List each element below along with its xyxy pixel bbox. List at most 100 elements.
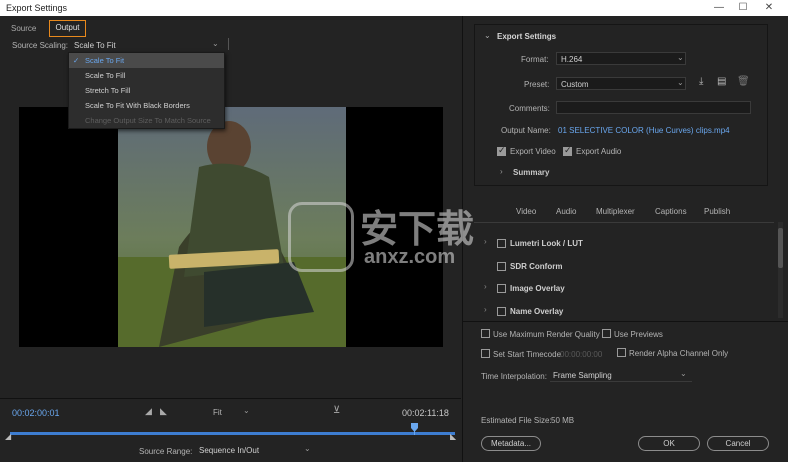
watermark-text: 安下载 <box>360 207 475 251</box>
comments-input[interactable] <box>556 101 751 114</box>
cancel-button[interactable]: Cancel <box>707 436 769 451</box>
window-title: Export Settings <box>6 3 68 13</box>
chevron-down-icon[interactable]: ⌄ <box>484 31 491 40</box>
source-range-label: Source Range: <box>139 447 193 456</box>
summary-toggle[interactable]: Summary <box>513 168 549 177</box>
metadata-button[interactable]: Metadata... <box>481 436 541 451</box>
source-scaling-menu: ✓ Scale To Fit Scale To Fill Stretch To … <box>68 52 225 129</box>
menu-item-label: Scale To Fit <box>85 56 125 65</box>
close-button[interactable]: ✕ <box>758 1 780 15</box>
lumetri-label: Lumetri Look / LUT <box>510 239 583 248</box>
divider <box>0 398 461 399</box>
tab-publish[interactable]: Publish <box>704 207 730 216</box>
menu-item-label: Scale To Fill <box>85 71 126 80</box>
set-in-point-icon[interactable]: ◢ <box>145 406 152 417</box>
sdr-conform-label: SDR Conform <box>510 262 563 271</box>
output-name-label: Output Name: <box>501 126 551 135</box>
watermark: 安下载 anxz.com <box>288 198 498 278</box>
time-interpolation-dropdown[interactable]: Frame Sampling ⌄ <box>550 369 692 382</box>
ok-button[interactable]: OK <box>638 436 700 451</box>
chevron-right-icon[interactable]: › <box>500 167 503 176</box>
menu-item-stretch-to-fill[interactable]: Stretch To Fill <box>69 83 224 98</box>
lumetri-checkbox[interactable] <box>497 239 506 248</box>
max-render-quality-checkbox[interactable] <box>481 329 490 338</box>
set-start-timecode-checkbox[interactable] <box>481 349 490 358</box>
source-scaling-dropdown[interactable]: Scale To Fit ⌄ <box>70 38 228 51</box>
preset-label: Preset: <box>524 80 550 89</box>
chevron-down-icon: ⌄ <box>212 39 219 48</box>
use-previews-checkbox[interactable] <box>602 329 611 338</box>
chevron-right-icon[interactable]: › <box>484 282 487 291</box>
use-previews-label: Use Previews <box>614 330 663 339</box>
tab-output-label: Output <box>55 23 80 32</box>
import-preset-icon[interactable]: ⤓ <box>699 76 703 87</box>
tab-source[interactable]: Source <box>11 24 36 33</box>
divider <box>228 38 229 50</box>
ok-button-label: OK <box>663 439 675 448</box>
preset-value: Custom <box>561 80 589 89</box>
export-audio-label: Export Audio <box>576 147 622 156</box>
source-range-dropdown[interactable]: Sequence In/Out ⌄ <box>196 443 314 457</box>
max-render-quality-label: Use Maximum Render Quality <box>493 330 600 339</box>
format-dropdown[interactable]: H.264 ⌄ <box>556 52 686 65</box>
aspect-toggle-icon[interactable]: ⊻ <box>333 405 340 416</box>
tab-multiplexer[interactable]: Multiplexer <box>596 207 635 216</box>
scrollbar-thumb[interactable] <box>778 228 783 268</box>
source-range-value: Sequence In/Out <box>199 446 260 455</box>
menu-item-scale-to-fit-black-borders[interactable]: Scale To Fit With Black Borders <box>69 98 224 113</box>
tab-audio[interactable]: Audio <box>556 207 576 216</box>
check-icon: ✓ <box>73 56 80 65</box>
maximize-button[interactable]: ☐ <box>732 1 754 15</box>
in-point-marker-icon[interactable]: ◢ <box>5 432 11 441</box>
export-video-checkbox[interactable] <box>497 145 506 156</box>
source-scaling-value: Scale To Fit <box>74 41 116 50</box>
format-label: Format: <box>521 55 549 64</box>
estimated-file-size-value: 50 MB <box>551 416 575 425</box>
comments-label: Comments: <box>509 104 550 113</box>
playhead[interactable] <box>411 423 419 435</box>
output-name-link[interactable]: 01 SELECTIVE COLOR (Hue Curves) clips.mp… <box>558 126 730 135</box>
tab-captions[interactable]: Captions <box>655 207 687 216</box>
chevron-right-icon[interactable]: › <box>484 305 487 314</box>
image-overlay-checkbox[interactable] <box>497 284 506 293</box>
fit-dropdown[interactable]: Fit ⌄ <box>209 406 253 418</box>
tab-output[interactable]: Output <box>49 20 86 37</box>
playhead-icon <box>411 423 419 435</box>
cancel-button-label: Cancel <box>725 439 751 448</box>
chevron-down-icon: ⌄ <box>304 444 311 453</box>
start-timecode-value: 00:00:00:00 <box>560 350 603 359</box>
tab-video[interactable]: Video <box>516 207 536 216</box>
divider <box>462 321 788 322</box>
set-start-timecode-label: Set Start Timecode <box>493 350 562 359</box>
chevron-down-icon: ⌄ <box>677 53 684 62</box>
menu-item-change-output-size: Change Output Size To Match Source <box>69 113 224 128</box>
end-time: 00:02:11:18 <box>402 408 449 418</box>
export-video-label: Export Video <box>510 147 556 156</box>
divider <box>474 222 774 223</box>
current-time[interactable]: 00:02:00:01 <box>12 408 60 418</box>
timeline-track[interactable] <box>10 432 455 435</box>
menu-item-scale-to-fit[interactable]: ✓ Scale To Fit <box>69 53 224 68</box>
sdr-conform-checkbox[interactable] <box>497 262 506 271</box>
trash-icon[interactable]: 🗑 <box>737 76 750 87</box>
scrollbar[interactable] <box>778 222 783 318</box>
time-interpolation-label: Time Interpolation: <box>481 372 547 381</box>
watermark-shield-icon <box>288 202 354 272</box>
out-point-marker-icon[interactable]: ◣ <box>450 432 456 441</box>
format-value: H.264 <box>561 55 583 64</box>
menu-item-scale-to-fill[interactable]: Scale To Fill <box>69 68 224 83</box>
save-preset-icon[interactable]: ▤ <box>717 76 726 87</box>
watermark-subtext: anxz.com <box>364 246 456 268</box>
source-scaling-label: Source Scaling: <box>12 41 69 50</box>
name-overlay-label: Name Overlay <box>510 307 564 316</box>
menu-item-label: Change Output Size To Match Source <box>85 116 211 125</box>
fit-value: Fit <box>213 408 222 417</box>
preset-dropdown[interactable]: Custom ⌄ <box>556 77 686 90</box>
set-out-point-icon[interactable]: ◣ <box>160 406 167 417</box>
name-overlay-checkbox[interactable] <box>497 307 506 316</box>
export-audio-checkbox[interactable] <box>563 145 572 156</box>
image-overlay-label: Image Overlay <box>510 284 565 293</box>
render-alpha-checkbox[interactable] <box>617 348 626 357</box>
minimize-button[interactable]: — <box>708 1 730 15</box>
title-bar: Export Settings — ☐ ✕ <box>0 0 788 16</box>
